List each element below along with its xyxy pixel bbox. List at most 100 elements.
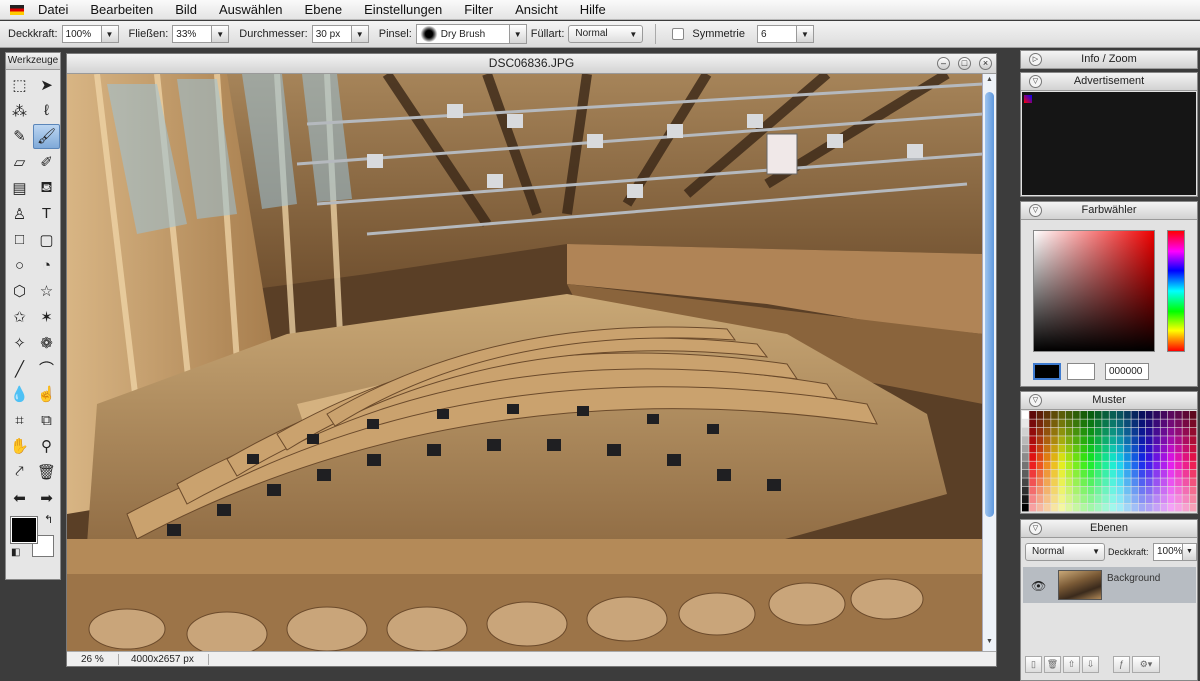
color-picker-header[interactable]: ▽ Farbwähler: [1021, 202, 1197, 220]
color-swatch[interactable]: [1116, 427, 1124, 436]
clone-stamp-icon[interactable]: ♙: [6, 201, 33, 227]
new-layer-icon[interactable]: ▯: [1025, 656, 1042, 673]
diameter-field[interactable]: 30 px ▼: [311, 25, 369, 43]
scroll-down-icon[interactable]: ▼: [983, 638, 996, 650]
chevron-down-icon[interactable]: ▼: [350, 26, 368, 42]
brush-select[interactable]: Dry Brush ▼: [415, 24, 527, 44]
color-swatch[interactable]: [1102, 478, 1109, 487]
color-swatch[interactable]: [1153, 478, 1160, 487]
color-swatch[interactable]: [1189, 419, 1197, 428]
eraser-icon[interactable]: ▱: [6, 149, 33, 175]
curve-icon[interactable]: ⌒: [33, 356, 60, 382]
color-swatch[interactable]: [1073, 495, 1080, 503]
current-color-swatch[interactable]: [1033, 363, 1061, 380]
menu-bearbeiten[interactable]: Bearbeiten: [90, 2, 153, 17]
color-swatch[interactable]: [1175, 461, 1182, 470]
color-swatch[interactable]: [1189, 444, 1197, 453]
menu-datei[interactable]: Datei: [38, 2, 68, 17]
color-swatch[interactable]: [1138, 461, 1146, 470]
color-swatch[interactable]: [1058, 419, 1066, 428]
ellipse-icon[interactable]: ○: [6, 253, 33, 279]
diameter-value[interactable]: 30 px: [313, 26, 351, 42]
color-swatch[interactable]: [1124, 427, 1131, 436]
color-swatch[interactable]: [1145, 503, 1153, 512]
color-swatch[interactable]: [1051, 503, 1058, 512]
collapse-icon[interactable]: ▽: [1029, 75, 1042, 88]
color-swatch[interactable]: [1051, 453, 1058, 461]
color-swatch[interactable]: [1043, 495, 1051, 503]
color-swatch[interactable]: [1124, 503, 1131, 512]
color-swatch[interactable]: [1153, 495, 1160, 503]
color-swatch[interactable]: [1145, 469, 1153, 478]
color-swatch[interactable]: [1087, 419, 1095, 428]
color-swatch[interactable]: [1087, 486, 1095, 495]
color-swatch[interactable]: [1138, 486, 1146, 495]
color-swatch[interactable]: [1080, 419, 1088, 428]
color-swatch[interactable]: [1167, 469, 1175, 478]
color-swatch[interactable]: [1175, 419, 1182, 428]
opacity-value[interactable]: 100%: [63, 26, 101, 42]
advertisement-area[interactable]: [1022, 92, 1196, 195]
crop-icon[interactable]: ⌗: [6, 407, 33, 433]
color-swatch[interactable]: [1116, 461, 1124, 470]
color-swatch[interactable]: [1102, 469, 1109, 478]
color-swatch[interactable]: [1182, 503, 1190, 512]
color-swatch[interactable]: [1109, 453, 1117, 461]
color-swatch[interactable]: [1029, 427, 1036, 436]
color-swatch[interactable]: [1073, 444, 1080, 453]
color-swatch[interactable]: [1051, 495, 1058, 503]
color-swatch[interactable]: [1102, 486, 1109, 495]
color-swatch[interactable]: [1058, 469, 1066, 478]
scroll-up-icon[interactable]: ▲: [983, 76, 996, 88]
color-swatch[interactable]: [1051, 411, 1058, 419]
color-swatch[interactable]: [1036, 461, 1044, 470]
color-swatch[interactable]: [1058, 461, 1066, 470]
color-swatch[interactable]: [1094, 444, 1102, 453]
color-swatch[interactable]: [1094, 411, 1102, 419]
color-swatch[interactable]: [1073, 427, 1080, 436]
color-swatch[interactable]: [1109, 436, 1117, 445]
color-swatch[interactable]: [1131, 453, 1139, 461]
color-swatch[interactable]: [1116, 419, 1124, 428]
color-swatch[interactable]: [1043, 486, 1051, 495]
color-swatch[interactable]: [1182, 469, 1190, 478]
color-swatch[interactable]: [1124, 478, 1131, 487]
color-swatch[interactable]: [1036, 453, 1044, 461]
color-swatch[interactable]: [1138, 453, 1146, 461]
menu-einstellungen[interactable]: Einstellungen: [364, 2, 442, 17]
saturation-value-field[interactable]: [1033, 230, 1155, 352]
color-swatch[interactable]: [1153, 427, 1160, 436]
color-swatch[interactable]: [1022, 411, 1029, 419]
color-swatch[interactable]: [1022, 419, 1029, 428]
info-zoom-header[interactable]: ▷ Info / Zoom: [1021, 51, 1197, 69]
minimize-icon[interactable]: –: [937, 57, 950, 70]
color-swatch[interactable]: [1029, 461, 1036, 470]
collapse-icon[interactable]: ▽: [1029, 522, 1042, 535]
color-swatch[interactable]: [1145, 419, 1153, 428]
tools-title[interactable]: Werkzeuge: [6, 53, 60, 70]
color-swatch[interactable]: [1029, 436, 1036, 445]
color-swatch[interactable]: [1065, 436, 1073, 445]
color-swatch[interactable]: [1145, 486, 1153, 495]
color-swatch[interactable]: [1036, 419, 1044, 428]
fill-mode-value[interactable]: Normal: [569, 26, 624, 42]
color-swatch[interactable]: [1167, 453, 1175, 461]
star6-icon[interactable]: ✶: [33, 304, 60, 330]
color-swatch[interactable]: [1153, 469, 1160, 478]
color-swatch[interactable]: [1022, 478, 1029, 487]
color-swatch[interactable]: [1116, 478, 1124, 487]
color-swatch[interactable]: [1065, 444, 1073, 453]
color-swatch[interactable]: [1145, 478, 1153, 487]
move-icon[interactable]: ➤: [33, 72, 60, 98]
layer-opacity-field[interactable]: 100% ▼: [1153, 543, 1197, 561]
color-swatch[interactable]: [1043, 478, 1051, 487]
color-swatch[interactable]: [1080, 469, 1088, 478]
color-swatch[interactable]: [1167, 503, 1175, 512]
color-swatch[interactable]: [1043, 503, 1051, 512]
color-swatch[interactable]: [1160, 461, 1168, 470]
color-swatch[interactable]: [1051, 444, 1058, 453]
layer-blend-mode-select[interactable]: Normal ▼: [1025, 543, 1105, 561]
color-swatch[interactable]: [1043, 427, 1051, 436]
color-swatch[interactable]: [1029, 453, 1036, 461]
fill-mode-select[interactable]: Normal ▼: [568, 25, 644, 43]
